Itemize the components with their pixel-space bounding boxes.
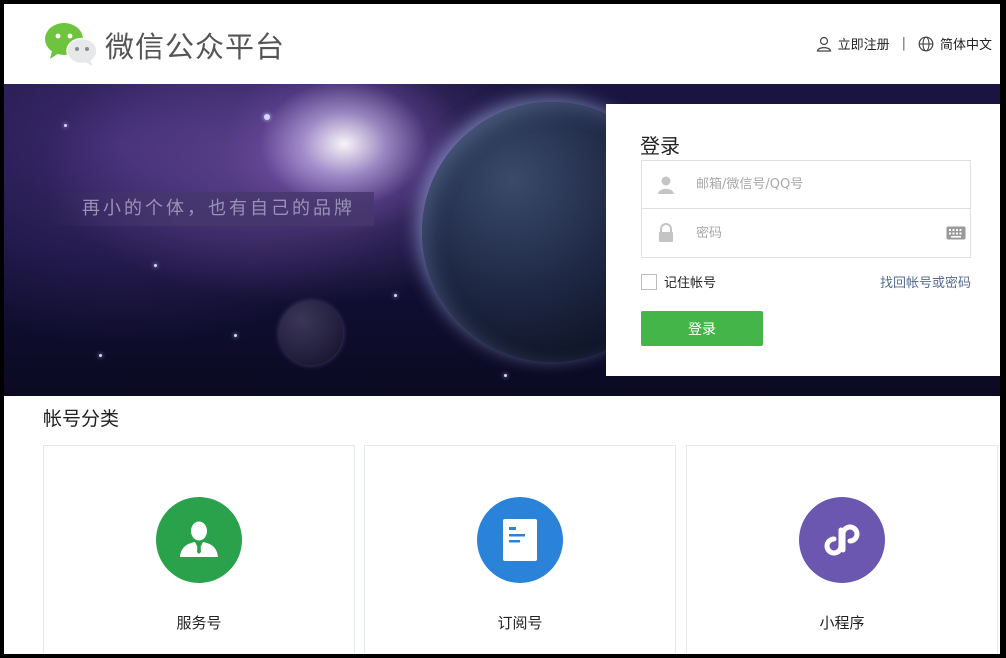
account-field[interactable] xyxy=(641,160,971,209)
star xyxy=(394,294,397,297)
remember-checkbox[interactable] xyxy=(641,273,657,290)
star xyxy=(154,264,157,267)
keyboard-icon[interactable] xyxy=(946,225,966,241)
remember-account: 记住帐号 xyxy=(641,272,716,291)
mini-program-icon xyxy=(824,524,860,556)
star xyxy=(234,334,237,337)
mini-program-badge xyxy=(799,497,885,583)
banner-slogan: 再小的个体，也有自己的品牌 xyxy=(44,192,374,226)
card-label: 订阅号 xyxy=(497,614,543,632)
wechat-logo-icon[interactable] xyxy=(44,22,98,66)
account-input[interactable] xyxy=(696,177,936,192)
star xyxy=(99,354,102,357)
globe-icon xyxy=(918,36,934,51)
remember-label[interactable]: 记住帐号 xyxy=(664,272,716,291)
password-input[interactable] xyxy=(696,225,936,241)
star xyxy=(64,124,67,127)
login-button[interactable]: 登录 xyxy=(641,311,763,346)
header-separator: | xyxy=(901,36,906,51)
register-link[interactable]: 立即注册 xyxy=(816,34,890,53)
star xyxy=(504,374,507,377)
document-icon xyxy=(503,519,537,561)
site-title[interactable]: 微信公众平台 xyxy=(105,24,285,66)
login-panel: 登录 邮箱/微信号/QQ号 记住帐号 找回帐号或密码 登录 xyxy=(606,104,1000,376)
user-icon xyxy=(816,36,831,52)
header-links: 立即注册 | 简体中文 xyxy=(816,34,992,53)
card-mini-program[interactable]: 小程序 xyxy=(686,445,998,654)
section-title: 帐号分类 xyxy=(43,408,120,430)
language-label: 简体中文 xyxy=(939,38,992,53)
password-field[interactable] xyxy=(641,209,971,258)
person-icon xyxy=(180,521,218,557)
hero-banner: 再小的个体，也有自己的品牌 登录 邮箱/微信号/QQ号 记住帐号 找回帐号或密码… xyxy=(4,84,1000,396)
forgot-password-link[interactable]: 找回帐号或密码 xyxy=(880,272,971,291)
card-label: 服务号 xyxy=(176,614,222,632)
lock-icon xyxy=(659,223,673,242)
language-switch[interactable]: 简体中文 xyxy=(918,34,992,53)
register-label: 立即注册 xyxy=(837,38,890,53)
service-account-badge xyxy=(156,497,242,583)
login-title: 登录 xyxy=(640,134,680,158)
card-label: 小程序 xyxy=(819,614,865,632)
small-planet-image xyxy=(279,301,343,365)
category-cards: 服务号 订阅号 小程序 xyxy=(43,445,1000,654)
star xyxy=(264,114,270,120)
account-icon xyxy=(658,176,674,194)
card-service-account[interactable]: 服务号 xyxy=(43,445,355,654)
page: 微信公众平台 立即注册 | 简体中文 再小的个体，也有自己的品牌 登录 邮箱/微… xyxy=(4,4,1000,654)
subscription-account-badge xyxy=(477,497,563,583)
card-subscription-account[interactable]: 订阅号 xyxy=(364,445,676,654)
header: 微信公众平台 立即注册 | 简体中文 xyxy=(4,4,1000,84)
